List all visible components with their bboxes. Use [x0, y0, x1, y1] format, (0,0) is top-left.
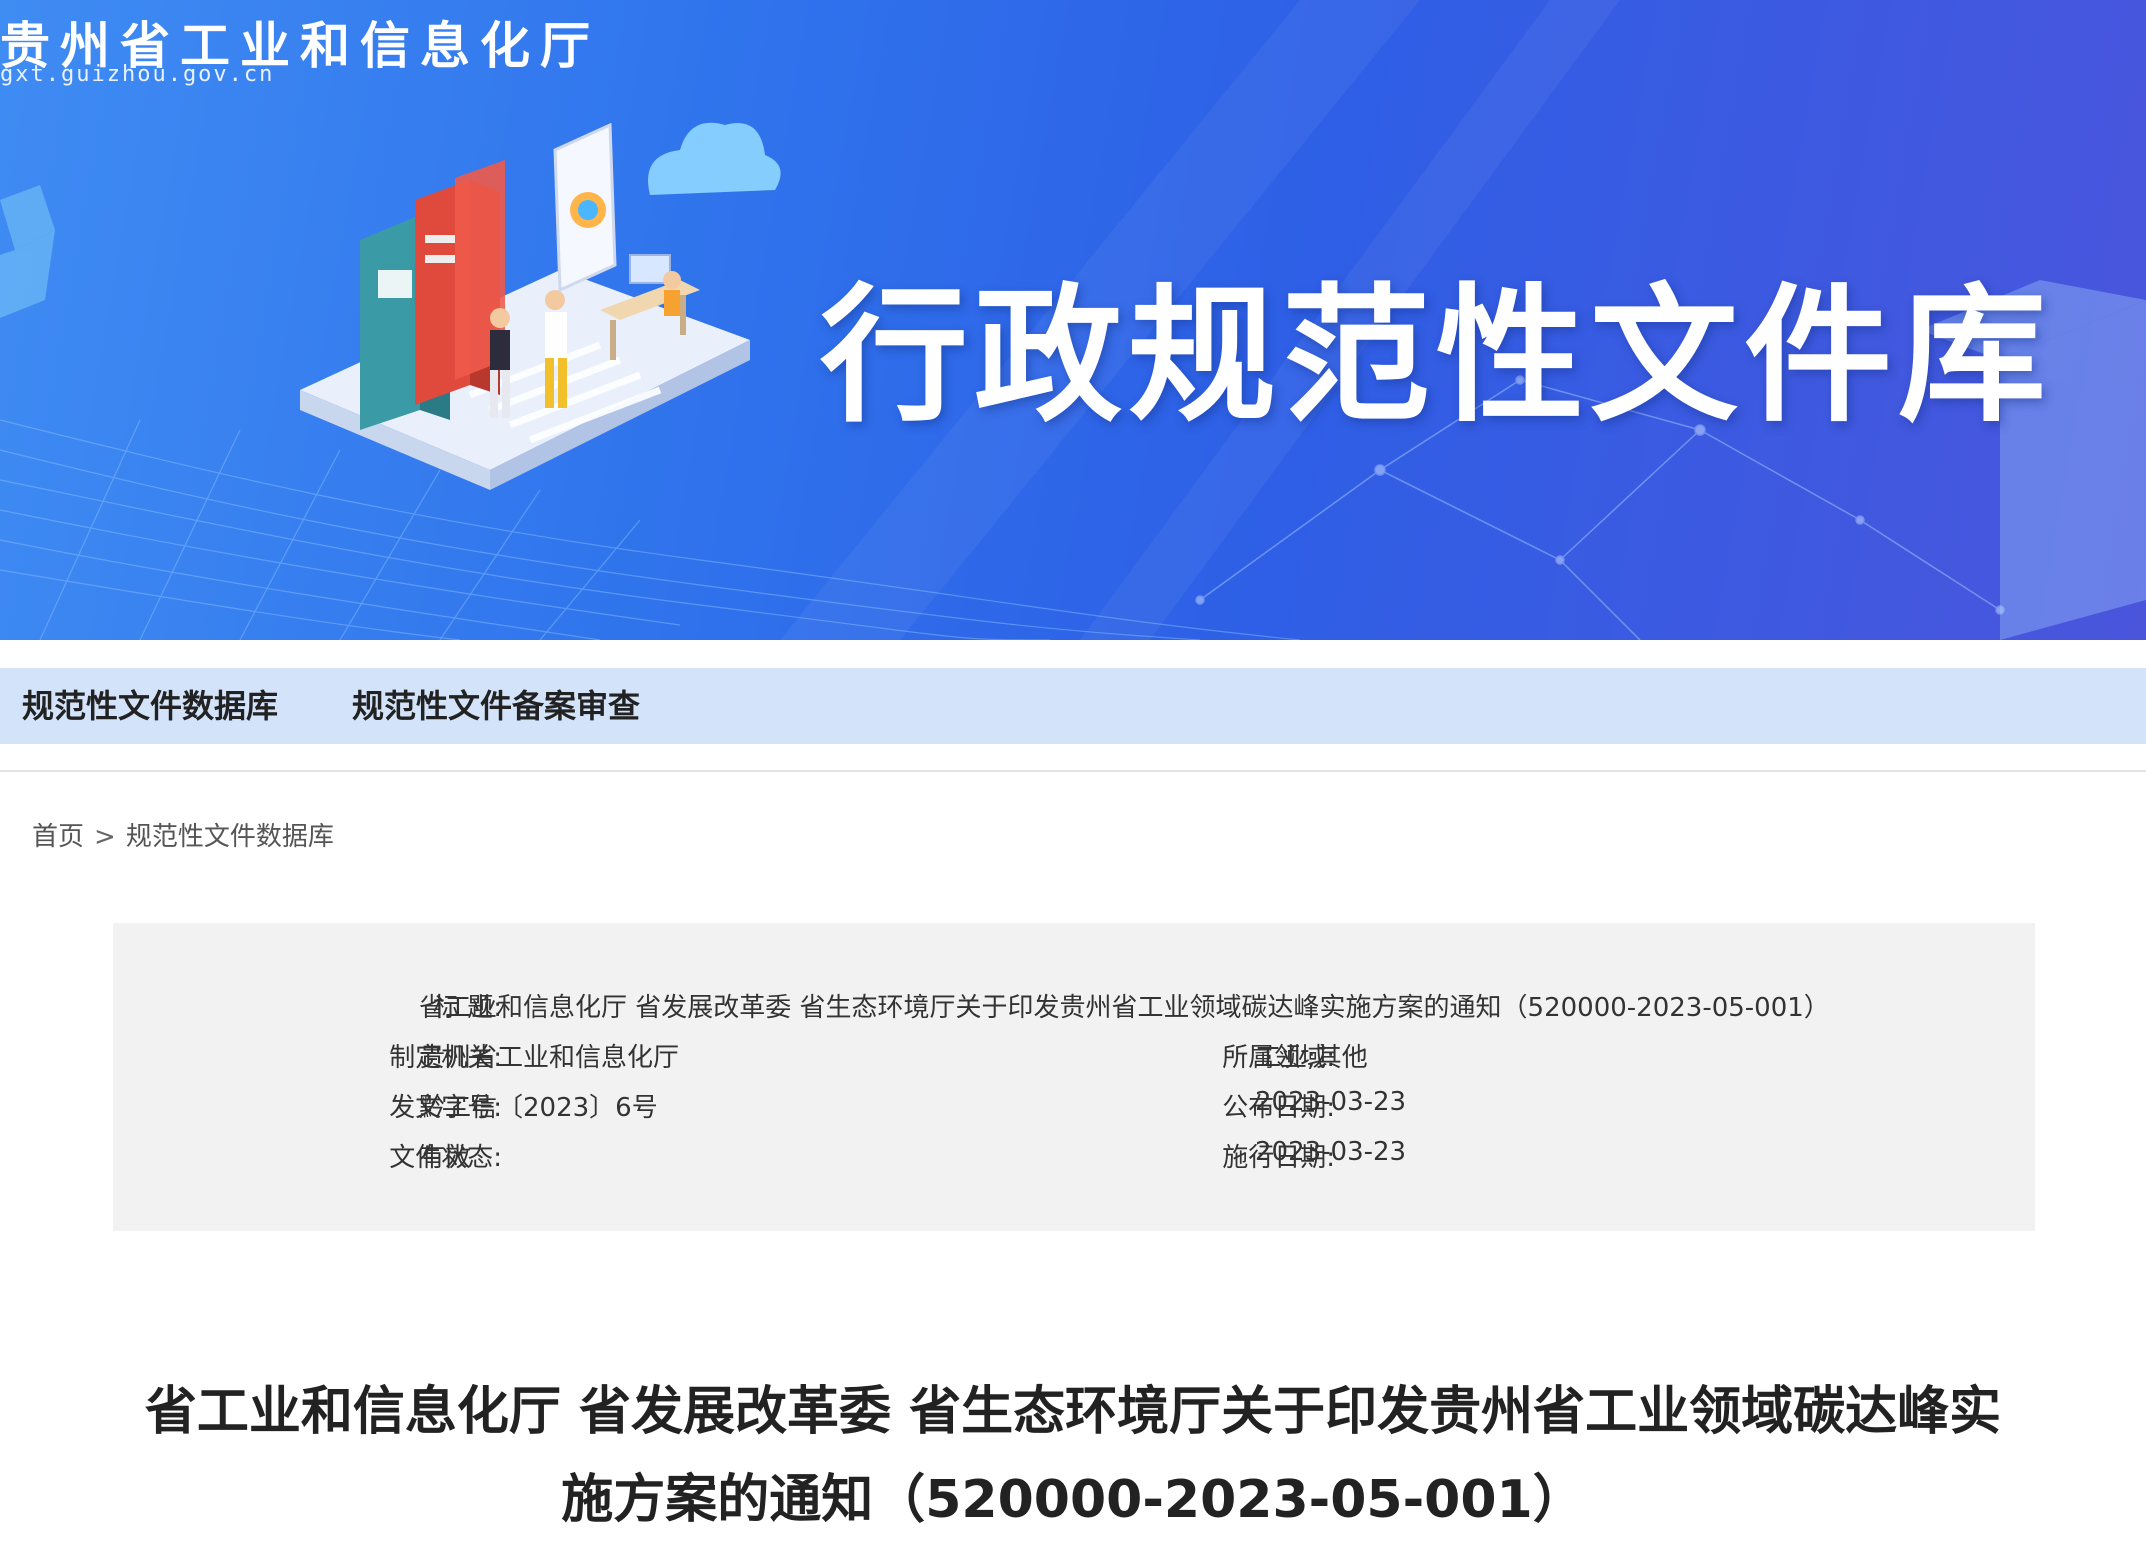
breadcrumb-current-link[interactable]: 规范性文件数据库 [126, 822, 334, 852]
main-nav: 规范性文件数据库 规范性文件备案审查 [0, 668, 2146, 744]
banner-gap [0, 640, 2146, 668]
banner-title: 行政规范性文件库 [820, 270, 2052, 442]
issuer-value: 贵州省工业和信息化厅 [419, 1043, 680, 1073]
breadcrumb: 首页 > 规范性文件数据库 [32, 816, 334, 853]
article-title-line-2: 施方案的通知（520000-2023-05-001） [561, 1470, 1585, 1530]
article-title: 省工业和信息化厅 省发展改革委 省生态环境厅关于印发贵州省工业领域碳达峰实 施方… [100, 1368, 2046, 1544]
field-value: 工业;其他 [1255, 1043, 1368, 1073]
breadcrumb-separator: > [94, 822, 116, 852]
nav-item-filing-review[interactable]: 规范性文件备案审查 [352, 668, 640, 744]
header-banner: 贵州省工业和信息化厅 gxt.guizhou.gov.cn 行政规范性文件库 [0, 0, 2146, 640]
title-value: 省工业和信息化厅 省发展改革委 省生态环境厅关于印发贵州省工业领域碳达峰实施方案… [419, 993, 1830, 1023]
nav-divider [0, 770, 2146, 772]
breadcrumb-home-link[interactable]: 首页 [32, 822, 84, 852]
site-domain: gxt.guizhou.gov.cn [0, 62, 275, 87]
nav-item-database[interactable]: 规范性文件数据库 [22, 668, 278, 744]
publish-date-value: 2023-03-23 [1255, 1087, 1407, 1117]
doc-number-value: 黔工信〔2023〕6号 [419, 1093, 658, 1123]
document-info-panel: 标 题: 省工业和信息化厅 省发展改革委 省生态环境厅关于印发贵州省工业领域碳达… [113, 923, 2035, 1231]
effective-date-value: 2023-03-23 [1255, 1137, 1407, 1167]
status-value: 有效 [419, 1143, 472, 1173]
article-title-line-1: 省工业和信息化厅 省发展改革委 省生态环境厅关于印发贵州省工业领域碳达峰实 [144, 1382, 2002, 1442]
